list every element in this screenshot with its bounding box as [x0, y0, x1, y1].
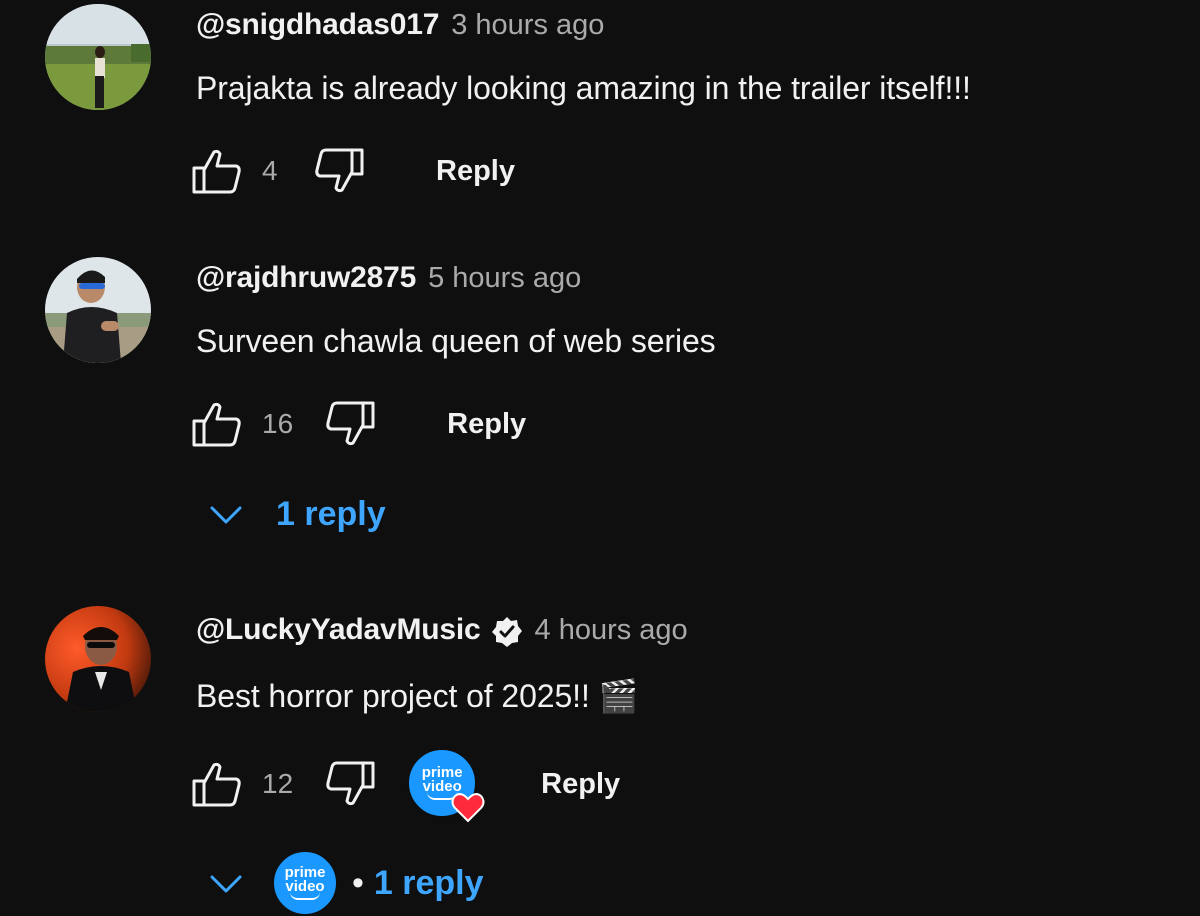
like-count: 12	[262, 768, 294, 799]
like-count: 4	[262, 155, 278, 186]
like-button[interactable]	[190, 757, 244, 811]
author-name[interactable]: @LuckyYadavMusic	[196, 613, 481, 647]
creator-heart: prime video	[407, 748, 485, 823]
creator-reply-avatar: prime video	[272, 850, 338, 916]
like-count: 16	[262, 408, 294, 439]
reply-button[interactable]: Reply	[541, 768, 620, 801]
timestamp[interactable]: 5 hours ago	[428, 262, 581, 295]
avatar[interactable]	[45, 257, 151, 363]
view-replies-button[interactable]: 1 reply	[206, 494, 386, 534]
avatar[interactable]	[45, 4, 151, 110]
verified-icon	[491, 616, 523, 648]
chevron-down-icon	[210, 506, 242, 524]
like-button[interactable]	[190, 397, 244, 451]
dislike-button[interactable]	[312, 144, 366, 198]
dislike-button[interactable]	[323, 397, 377, 451]
dislike-icon	[326, 401, 375, 446]
chevron-down-icon	[210, 875, 242, 893]
dislike-icon	[315, 148, 364, 193]
like-icon	[192, 149, 241, 194]
timestamp[interactable]: 3 hours ago	[451, 9, 604, 42]
dislike-button[interactable]	[323, 757, 377, 811]
comment-text: Surveen chawla queen of web series	[196, 323, 716, 359]
dislike-icon	[326, 761, 375, 806]
comment-actions: 16 Reply	[190, 394, 526, 454]
replies-count-label: 1 reply	[276, 494, 386, 533]
timestamp[interactable]: 4 hours ago	[535, 614, 688, 647]
like-button[interactable]	[190, 144, 244, 198]
separator-dot: •	[352, 863, 364, 902]
view-replies-button[interactable]: prime video • 1 reply	[206, 850, 484, 916]
heart-icon	[451, 793, 485, 823]
comment-header: @rajdhruw2875 5 hours ago	[196, 261, 581, 295]
comment-text: Best horror project of 2025!! 🎬	[196, 678, 639, 714]
comment-header: @LuckyYadavMusic 4 hours ago	[196, 613, 688, 647]
avatar[interactable]	[45, 606, 151, 712]
comment-actions: 12 prime video Reply	[190, 748, 620, 823]
comment-header: @snigdhadas017 3 hours ago	[196, 8, 604, 42]
comment-actions: 4 Reply	[190, 141, 515, 201]
reply-button[interactable]: Reply	[436, 155, 515, 188]
like-icon	[192, 762, 241, 807]
like-icon	[192, 402, 241, 447]
replies-count-label: 1 reply	[373, 863, 484, 902]
comment-text: Prajakta is already looking amazing in t…	[196, 70, 971, 106]
author-name[interactable]: @rajdhruw2875	[196, 261, 416, 295]
reply-button[interactable]: Reply	[447, 408, 526, 441]
author-name[interactable]: @snigdhadas017	[196, 8, 439, 42]
